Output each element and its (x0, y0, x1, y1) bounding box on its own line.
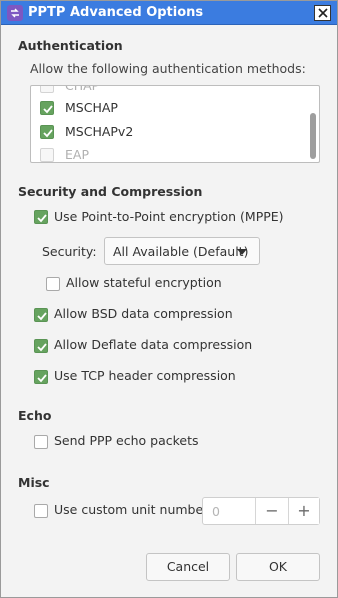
echo-label: Send PPP echo packets (54, 433, 199, 448)
check-icon (37, 312, 47, 321)
plus-icon: + (297, 501, 311, 520)
chap-label: CHAP (65, 85, 100, 93)
security-value: All Available (Default) (113, 244, 249, 259)
check-icon (43, 129, 53, 138)
security-dropdown[interactable]: All Available (Default) (104, 237, 260, 265)
bsd-label: Allow BSD data compression (54, 306, 233, 321)
unit-label: Use custom unit number: (54, 502, 213, 517)
close-button[interactable] (314, 5, 331, 21)
check-icon (37, 214, 47, 223)
mppe-checkbox[interactable] (34, 210, 48, 224)
security-title: Security and Compression (18, 184, 203, 199)
increment-button[interactable]: + (288, 498, 319, 524)
misc-title: Misc (18, 475, 50, 490)
deflate-label: Allow Deflate data compression (54, 337, 253, 352)
check-icon (37, 343, 47, 352)
mschap-label: MSCHAP (65, 100, 118, 115)
echo-checkbox[interactable] (34, 435, 48, 449)
deflate-checkbox[interactable] (34, 339, 48, 353)
mschapv2-label: MSCHAPv2 (65, 124, 134, 139)
app-icon (7, 5, 23, 21)
check-icon (43, 105, 53, 114)
list-scrollbar[interactable] (310, 113, 316, 159)
chap-checkbox[interactable] (40, 86, 54, 93)
unit-number-spinner[interactable]: 0 − + (202, 497, 320, 525)
stateful-checkbox[interactable] (46, 277, 60, 291)
bsd-checkbox[interactable] (34, 308, 48, 322)
cancel-button[interactable]: Cancel (146, 553, 230, 581)
minus-icon: − (265, 501, 279, 520)
mschapv2-checkbox[interactable] (40, 125, 54, 139)
security-label: Security: (42, 244, 97, 259)
eap-label: EAP (65, 147, 89, 162)
authentication-title: Authentication (18, 38, 123, 53)
mschap-checkbox[interactable] (40, 101, 54, 115)
auth-methods-list[interactable]: CHAP MSCHAP MSCHAPv2 EAP (30, 85, 320, 163)
auth-method-eap[interactable]: EAP (31, 143, 311, 162)
auth-method-mschap[interactable]: MSCHAP (31, 96, 311, 120)
tcp-label: Use TCP header compression (54, 368, 236, 383)
title-bar: PPTP Advanced Options (1, 1, 337, 25)
decrement-button[interactable]: − (255, 498, 288, 524)
ok-button[interactable]: OK (236, 553, 320, 581)
eap-checkbox[interactable] (40, 148, 54, 162)
window-title: PPTP Advanced Options (28, 5, 204, 20)
auth-method-mschapv2[interactable]: MSCHAPv2 (31, 120, 311, 144)
tcp-checkbox[interactable] (34, 370, 48, 384)
echo-title: Echo (18, 408, 52, 423)
mppe-label: Use Point-to-Point encryption (MPPE) (54, 209, 284, 224)
unit-checkbox[interactable] (34, 504, 48, 518)
check-icon (37, 374, 47, 383)
close-icon (318, 8, 328, 18)
chevron-down-icon (237, 249, 247, 255)
unit-number-value[interactable]: 0 (212, 504, 220, 519)
dialog-window: PPTP Advanced Options Authentication All… (0, 0, 338, 598)
stateful-label: Allow stateful encryption (66, 275, 222, 290)
authentication-subtitle: Allow the following authentication metho… (30, 61, 306, 76)
